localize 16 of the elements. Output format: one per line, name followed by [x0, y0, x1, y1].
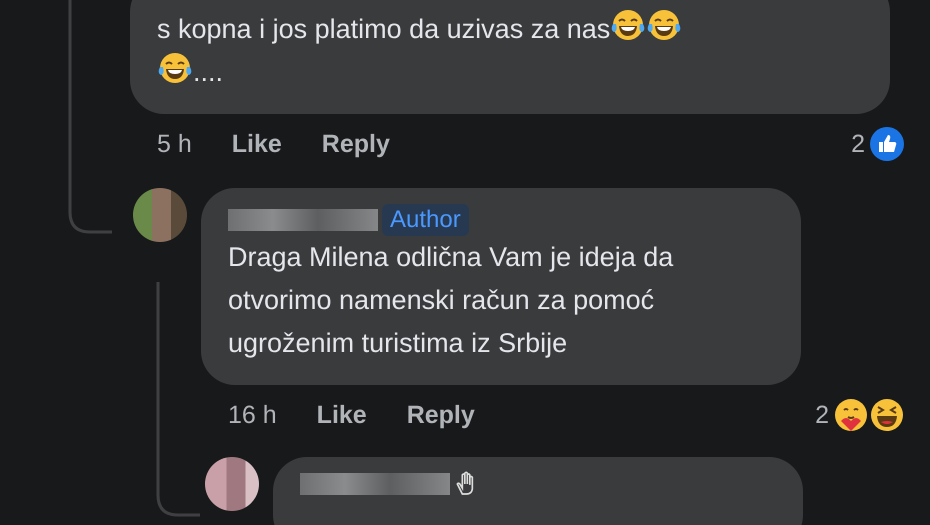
laughing-emoji-icon	[869, 397, 905, 433]
thumbs-up-icon	[869, 126, 905, 162]
like-link[interactable]: Like	[232, 130, 282, 158]
reaction-count: 2	[815, 400, 829, 430]
like-link[interactable]: Like	[316, 400, 367, 430]
comment-text: Draga Milena odlična Vam je ideja da otvorimo namenski račun za pomoć ugroženim turistima iz Srbije	[228, 241, 674, 360]
comment-text: s kopna i jos platimo da uzivas za nas ....	[157, 8, 862, 94]
timestamp: 5 h	[157, 130, 192, 158]
reaction-count: 2	[851, 130, 865, 158]
hugging-heart-emoji-icon	[833, 397, 869, 433]
reply-link[interactable]: Reply	[322, 130, 390, 158]
avatar[interactable]	[133, 188, 187, 242]
avatar[interactable]	[205, 457, 259, 511]
reply-link[interactable]: Reply	[406, 400, 475, 430]
timestamp: 16 h	[228, 400, 277, 430]
author-badge: Author	[382, 204, 469, 236]
